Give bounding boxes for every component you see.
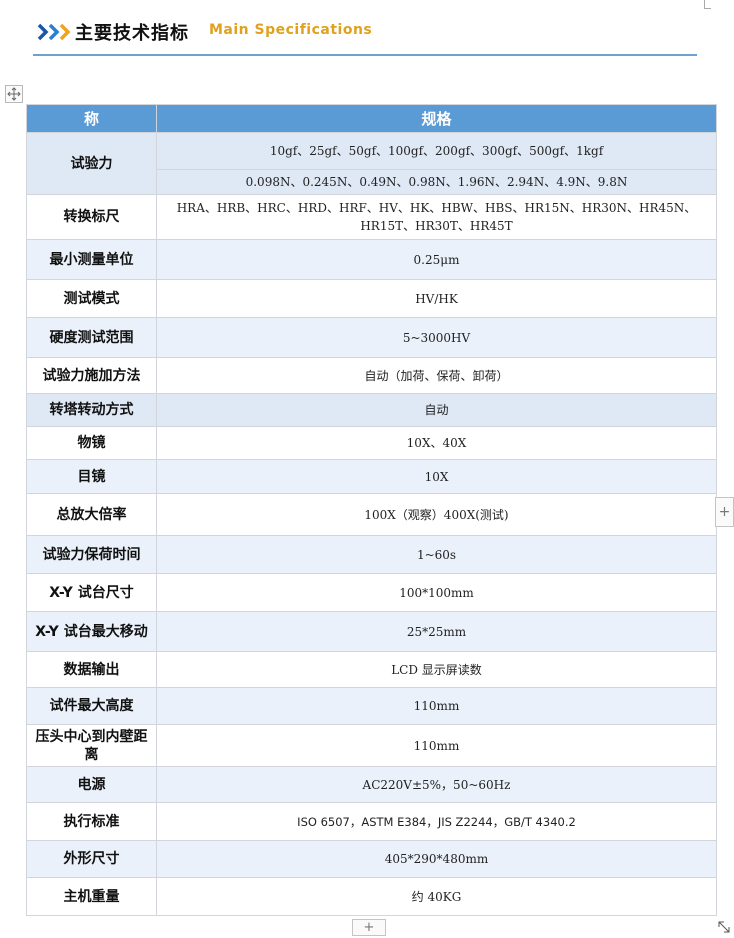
row-value: 25*25mm bbox=[156, 611, 717, 652]
row-name: 电源 bbox=[26, 766, 157, 803]
row-name: 测试模式 bbox=[26, 279, 157, 318]
table-row: 转换标尺 HRA、HRB、HRC、HRD、HRF、HV、HK、HBW、HBS、H… bbox=[26, 194, 717, 240]
row-value: 10X bbox=[156, 459, 717, 494]
row-name: 主机重量 bbox=[26, 877, 157, 916]
row-value: 0.25μm bbox=[156, 239, 717, 280]
table-row: X-Y 试台尺寸 100*100mm bbox=[26, 573, 717, 612]
row-value: 100*100mm bbox=[156, 573, 717, 612]
section-title-en: Main Specifications bbox=[209, 22, 373, 38]
row-value: 110mm bbox=[156, 687, 717, 725]
table-row: X-Y 试台最大移动 25*25mm bbox=[26, 611, 717, 652]
spec-table: 称 规格 试验力 10gf、25gf、50gf、100gf、200gf、300g… bbox=[26, 104, 717, 916]
row-name: 物镜 bbox=[26, 426, 157, 460]
table-header-row: 称 规格 bbox=[26, 104, 717, 133]
row-name: 试验力保荷时间 bbox=[26, 535, 157, 574]
row-name: X-Y 试台尺寸 bbox=[26, 573, 157, 612]
table-move-handle[interactable] bbox=[5, 85, 23, 103]
table-row: 转塔转动方式 自动 bbox=[26, 393, 717, 427]
row-value: 10X、40X bbox=[156, 426, 717, 460]
row-value: 110mm bbox=[156, 724, 717, 767]
table-row: 主机重量 约 40KG bbox=[26, 877, 717, 916]
table-row: 物镜 10X、40X bbox=[26, 426, 717, 460]
table-row: 执行标准 ISO 6507，ASTM E384，JIS Z2244，GB/T 4… bbox=[26, 802, 717, 841]
triple-chevron-icon bbox=[37, 23, 71, 41]
row-name: 压头中心到内壁距离 bbox=[26, 724, 157, 767]
row-value: 405*290*480mm bbox=[156, 840, 717, 878]
section-header: 主要技术指标 Main Specifications bbox=[33, 18, 697, 56]
table-row: 测试模式 HV/HK bbox=[26, 279, 717, 318]
add-column-button[interactable]: + bbox=[715, 497, 734, 527]
corner-marker bbox=[704, 0, 711, 9]
row-name: 试验力 bbox=[26, 132, 157, 195]
row-value: 约 40KG bbox=[156, 877, 717, 916]
row-name: X-Y 试台最大移动 bbox=[26, 611, 157, 652]
move-arrows-icon bbox=[7, 87, 21, 101]
row-name: 数据输出 bbox=[26, 651, 157, 688]
row-name: 转换标尺 bbox=[26, 194, 157, 240]
row-name: 转塔转动方式 bbox=[26, 393, 157, 427]
table-row: 数据输出 LCD 显示屏读数 bbox=[26, 651, 717, 688]
row-name: 目镜 bbox=[26, 459, 157, 494]
table-row: 试验力保荷时间 1~60s bbox=[26, 535, 717, 574]
table-row: 试验力施加方法 自动（加荷、保荷、卸荷） bbox=[26, 357, 717, 394]
row-value: 自动（加荷、保荷、卸荷） bbox=[156, 357, 717, 394]
row-value: 10gf、25gf、50gf、100gf、200gf、300gf、500gf、1… bbox=[156, 132, 717, 170]
table-row: 压头中心到内壁距离 110mm bbox=[26, 724, 717, 767]
row-name: 外形尺寸 bbox=[26, 840, 157, 878]
spec-table-wrapper: 称 规格 试验力 10gf、25gf、50gf、100gf、200gf、300g… bbox=[26, 104, 717, 916]
row-name: 试件最大高度 bbox=[26, 687, 157, 725]
row-value: AC220V±5%，50~60Hz bbox=[156, 766, 717, 803]
table-row: 目镜 10X bbox=[26, 459, 717, 494]
table-row: 试验力 10gf、25gf、50gf、100gf、200gf、300gf、500… bbox=[26, 132, 717, 195]
table-row: 总放大倍率 100X（观察）400X(测试) bbox=[26, 493, 717, 536]
row-name: 试验力施加方法 bbox=[26, 357, 157, 394]
resize-handle-icon[interactable] bbox=[716, 919, 732, 935]
row-value: HRA、HRB、HRC、HRD、HRF、HV、HK、HBW、HBS、HR15N、… bbox=[156, 194, 717, 240]
table-row: 硬度测试范围 5~3000HV bbox=[26, 317, 717, 358]
row-value: 5~3000HV bbox=[156, 317, 717, 358]
add-row-button[interactable]: + bbox=[352, 919, 386, 936]
row-name: 硬度测试范围 bbox=[26, 317, 157, 358]
row-value: 100X（观察）400X(测试) bbox=[156, 493, 717, 536]
row-name: 执行标准 bbox=[26, 802, 157, 841]
section-title-cn: 主要技术指标 bbox=[75, 23, 189, 44]
table-row: 最小测量单位 0.25μm bbox=[26, 239, 717, 280]
table-row: 试件最大高度 110mm bbox=[26, 687, 717, 725]
row-value: 自动 bbox=[156, 393, 717, 427]
header-name: 称 bbox=[26, 104, 157, 133]
row-name: 最小测量单位 bbox=[26, 239, 157, 280]
header-spec: 规格 bbox=[156, 104, 717, 133]
table-row: 外形尺寸 405*290*480mm bbox=[26, 840, 717, 878]
row-name: 总放大倍率 bbox=[26, 493, 157, 536]
row-value: HV/HK bbox=[156, 279, 717, 318]
row-value: ISO 6507，ASTM E384，JIS Z2244，GB/T 4340.2 bbox=[156, 802, 717, 841]
row-value: 1~60s bbox=[156, 535, 717, 574]
table-row: 电源 AC220V±5%，50~60Hz bbox=[26, 766, 717, 803]
row-value: 0.098N、0.245N、0.49N、0.98N、1.96N、2.94N、4.… bbox=[156, 169, 717, 195]
row-value: LCD 显示屏读数 bbox=[156, 651, 717, 688]
